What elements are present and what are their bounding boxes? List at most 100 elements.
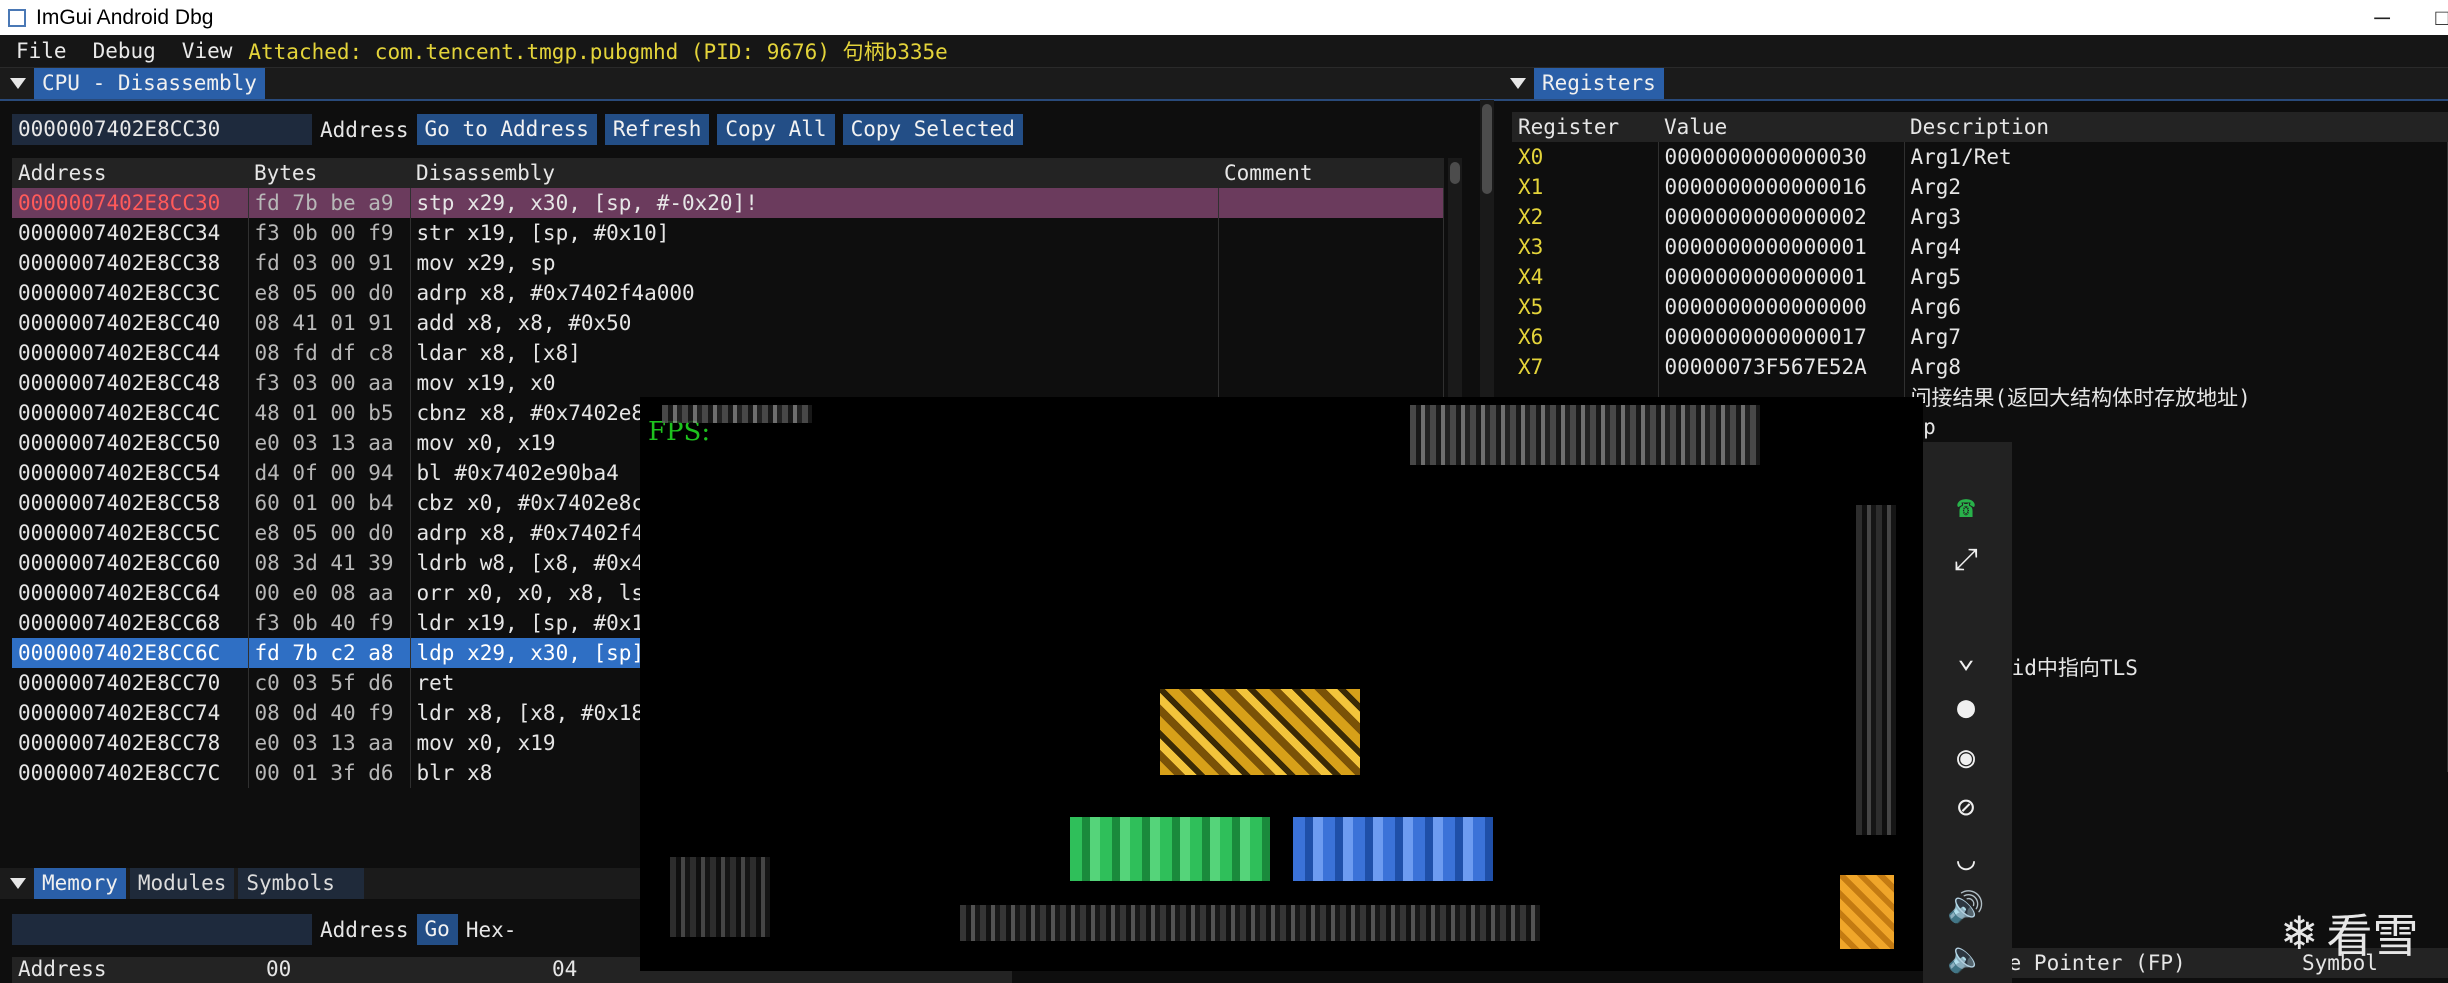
refresh-button[interactable]: Refresh [604, 114, 710, 145]
col-disassembly[interactable]: Disassembly [410, 158, 1218, 188]
hex-label[interactable]: Hex- [466, 918, 517, 942]
frame-pointer-header[interactable]: me Pointer (FP) [1990, 951, 2296, 975]
volume-down-icon[interactable]: 🔈 [1937, 932, 1995, 982]
tab-registers[interactable]: Registers [1534, 68, 1664, 99]
register-row[interactable]: X3 0000000000000001 Arg4 [1512, 232, 2448, 262]
register-name: X5 [1512, 292, 1659, 322]
address-input[interactable]: 0000007402E8CC30 [12, 114, 312, 145]
register-name: X0 [1512, 142, 1659, 172]
disasm-row[interactable]: 0000007402E8CC3C e8 05 00 d0 adrp x8, #0x7… [12, 278, 1444, 308]
maximize-button[interactable]: □ [2412, 0, 2448, 35]
row-address: 0000007402E8CC54 [12, 458, 249, 488]
register-name: X1 [1512, 172, 1659, 202]
row-bytes: 08 41 01 91 [248, 308, 411, 338]
register-desc: Arg1/Ret [1904, 142, 2448, 172]
disasm-row[interactable]: 0000007402E8CC30 fd 7b be a9 stp x29, x30,… [12, 188, 1444, 218]
login-button-blue[interactable] [1293, 817, 1493, 881]
eye-off-icon[interactable]: ⊘ [1937, 782, 1995, 832]
col-comment[interactable]: Comment [1218, 158, 1444, 188]
row-address: 0000007402E8CC50 [12, 428, 249, 458]
register-row[interactable]: X0 0000000000000030 Arg1/Ret [1512, 142, 2448, 172]
register-name: X3 [1512, 232, 1659, 262]
collapse-icon[interactable] [10, 78, 26, 89]
register-value: 0000000000000030 [1658, 142, 1905, 172]
panel-scroll-thumb[interactable] [1482, 104, 1492, 194]
register-row[interactable]: X6 0000000000000017 Arg7 [1512, 322, 2448, 352]
col-bytes[interactable]: Bytes [248, 158, 410, 188]
memory-go-button[interactable]: Go [416, 914, 458, 945]
login-button-green[interactable] [1070, 817, 1270, 881]
mem-col-04[interactable]: 04 [546, 957, 577, 983]
row-address: 0000007402E8CC68 [12, 608, 249, 638]
disasm-row[interactable]: 0000007402E8CC40 08 41 01 91 add x8, x8, #… [12, 308, 1444, 338]
row-address: 0000007402E8CC5C [12, 518, 249, 548]
disasm-row[interactable]: 0000007402E8CC34 f3 0b 00 f9 str x19, [sp,… [12, 218, 1444, 248]
row-address: 0000007402E8CC64 [12, 578, 249, 608]
disasm-scroll-thumb[interactable] [1450, 162, 1460, 184]
row-address: 0000007402E8CC4C [12, 398, 249, 428]
disasm-row[interactable]: 0000007402E8CC38 fd 03 00 91 mov x29, sp [12, 248, 1444, 278]
watermark-text: 看雪 [2326, 909, 2419, 963]
row-address: 0000007402E8CC3C [12, 278, 249, 308]
app-icon [8, 8, 26, 27]
chevron-down-icon[interactable]: ⌄ [1937, 632, 1995, 682]
tab-symbols[interactable]: Symbols [238, 868, 365, 899]
memory-address-input[interactable] [12, 914, 312, 945]
register-value: 0000000000000016 [1658, 172, 1905, 202]
tab-modules[interactable]: Modules [129, 868, 235, 899]
collapse-icon[interactable] [1510, 78, 1526, 89]
record-icon[interactable]: ● [1937, 682, 1995, 732]
registers-panel-header: Registers [1500, 68, 2448, 101]
snowflake-icon: ❄ [2280, 906, 2319, 960]
event-icon[interactable] [1840, 875, 1894, 949]
register-name: X2 [1512, 202, 1659, 232]
col-register[interactable]: Register [1512, 112, 1658, 142]
fullscreen-icon[interactable]: ⤢ [1937, 534, 1995, 584]
register-desc: Arg3 [1904, 202, 2448, 232]
register-row[interactable]: X5 0000000000000000 Arg6 [1512, 292, 2448, 322]
row-disassembly: ldar x8, [x8] [410, 338, 1219, 368]
copy-all-button[interactable]: Copy All [717, 114, 835, 145]
register-desc: Arg2 [1904, 172, 2448, 202]
volume-up-icon[interactable]: 🔊 [1937, 882, 1995, 932]
register-row[interactable]: X1 0000000000000016 Arg2 [1512, 172, 2448, 202]
phone-icon[interactable]: ☎ [1937, 482, 1995, 532]
register-row[interactable]: X2 0000000000000002 Arg3 [1512, 202, 2448, 232]
go-to-address-button[interactable]: Go to Address [416, 114, 597, 145]
rotate-icon[interactable]: ◡ [1937, 834, 1995, 884]
row-disassembly: mov x19, x0 [410, 368, 1219, 398]
menu-file[interactable]: File [0, 39, 77, 63]
row-bytes: 48 01 00 b5 [248, 398, 411, 428]
row-address: 0000007402E8CC70 [12, 668, 249, 698]
col-address[interactable]: Address [12, 158, 248, 188]
disasm-row[interactable]: 0000007402E8CC44 08 fd df c8 ldar x8, [x8] [12, 338, 1444, 368]
register-value: 0000000000000001 [1658, 262, 1905, 292]
eye-icon[interactable]: ◉ [1937, 732, 1995, 782]
minimize-button[interactable]: ─ [2352, 0, 2412, 35]
row-bytes: f3 03 00 aa [248, 368, 411, 398]
row-comment [1218, 308, 1444, 338]
mem-col-address[interactable]: Address [12, 957, 260, 983]
register-value: 0000000000000000 [1658, 292, 1905, 322]
row-address: 0000007402E8CC40 [12, 308, 249, 338]
row-comment [1218, 248, 1444, 278]
tab-cpu-disassembly[interactable]: CPU - Disassembly [34, 68, 265, 99]
register-row[interactable]: X7 00000073F567E52A Arg8 [1512, 352, 2448, 382]
menu-view[interactable]: View [166, 39, 243, 63]
tab-memory[interactable]: Memory [34, 868, 126, 899]
disasm-row[interactable]: 0000007402E8CC48 f3 03 00 aa mov x19, x0 [12, 368, 1444, 398]
mem-col-00[interactable]: 00 [260, 957, 546, 983]
collapse-icon[interactable] [10, 878, 26, 889]
address-label: Address [320, 117, 409, 142]
row-address: 0000007402E8CC6C [12, 638, 249, 668]
row-bytes: e0 03 13 aa [248, 728, 411, 758]
register-desc: Arg6 [1904, 292, 2448, 322]
register-row[interactable]: X4 0000000000000001 Arg5 [1512, 262, 2448, 292]
col-value[interactable]: Value [1658, 112, 1904, 142]
col-description[interactable]: Description [1904, 112, 2448, 142]
copy-selected-button[interactable]: Copy Selected [842, 114, 1023, 145]
row-address: 0000007402E8CC60 [12, 548, 249, 578]
menu-debug[interactable]: Debug [77, 39, 166, 63]
game-overlay[interactable]: FPS: [640, 397, 1923, 971]
register-name: X7 [1512, 352, 1659, 382]
